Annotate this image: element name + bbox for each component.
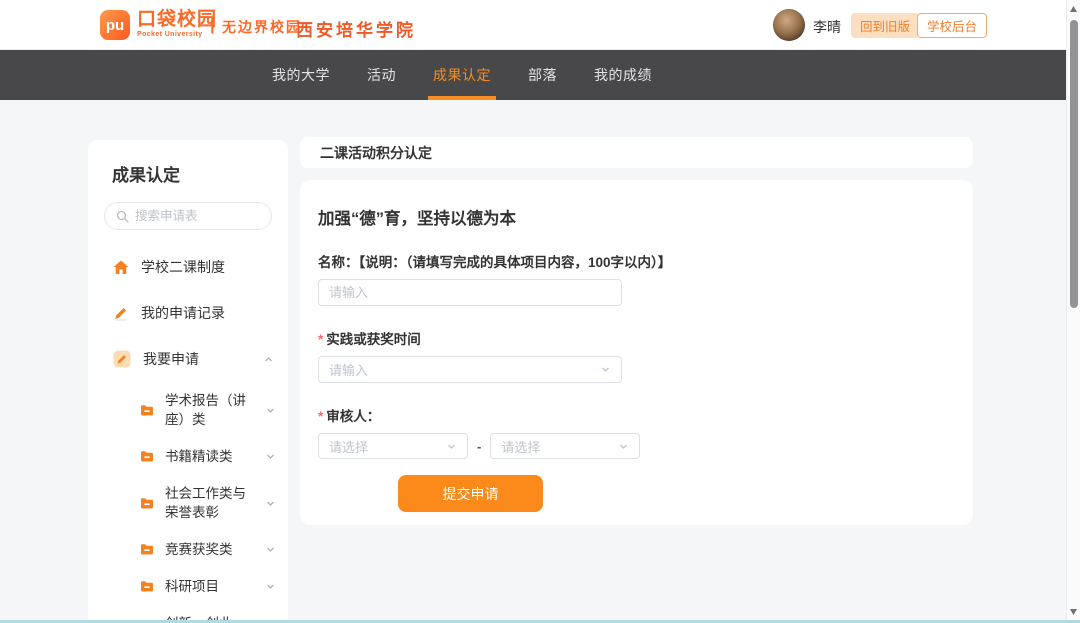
folder-icon bbox=[140, 580, 154, 593]
sidebar-item-label: 我的申请记录 bbox=[141, 303, 225, 323]
sidebar-item-apply[interactable]: 我要申请 bbox=[88, 336, 288, 382]
sidebar-item-my-applications[interactable]: 我的申请记录 bbox=[88, 290, 288, 336]
reviewer-field-label: *审核人： bbox=[318, 405, 955, 425]
time-select[interactable]: 请输入 bbox=[318, 356, 622, 383]
page-title-text: 二课活动积分认定 bbox=[320, 143, 432, 163]
top-header: pu 口袋校园 Pocket University | 无边界校园 西安培华学院… bbox=[0, 0, 1080, 50]
reviewer-start-select[interactable]: 请选择 bbox=[318, 433, 468, 459]
brand-name: 口袋校园 bbox=[137, 9, 217, 31]
tab-activities[interactable]: 活动 bbox=[365, 50, 398, 100]
tab-my-university[interactable]: 我的大学 bbox=[270, 50, 332, 100]
folder-icon bbox=[140, 497, 154, 510]
sidebar-subitem-research-projects[interactable]: 科研项目 bbox=[88, 568, 288, 605]
folder-icon bbox=[140, 543, 154, 556]
range-separator: - bbox=[477, 439, 481, 454]
folder-icon bbox=[140, 404, 154, 417]
tab-my-grades[interactable]: 我的成绩 bbox=[592, 50, 654, 100]
form-title: 加强“德”育，坚持以德为本 bbox=[318, 205, 955, 229]
home-icon bbox=[113, 260, 129, 275]
sidebar-subitem-label: 学术报告（讲座）类 bbox=[165, 391, 254, 429]
required-marker: * bbox=[318, 332, 323, 347]
sidebar-subitem-book-reading[interactable]: 书籍精读类 bbox=[88, 438, 288, 475]
sidebar-subitem-label: 竞赛获奖类 bbox=[165, 540, 254, 559]
vertical-scrollbar[interactable] bbox=[1066, 0, 1080, 623]
chevron-down-icon bbox=[265, 451, 276, 462]
back-to-old-version-button[interactable]: 回到旧版 bbox=[851, 13, 919, 38]
main-navbar: 我的大学 活动 成果认定 部落 我的成绩 bbox=[0, 50, 1080, 100]
chevron-down-icon bbox=[446, 441, 457, 452]
sidebar-subitem-label: 书籍精读类 bbox=[165, 447, 254, 466]
scrollbar-thumb[interactable] bbox=[1070, 20, 1078, 308]
brand-wordmark[interactable]: 口袋校园 Pocket University bbox=[137, 9, 217, 38]
brand-divider: | bbox=[210, 15, 215, 35]
app-window: pu 口袋校园 Pocket University | 无边界校园 西安培华学院… bbox=[0, 0, 1080, 623]
chevron-down-icon bbox=[600, 364, 611, 375]
application-form-card: 加强“德”育，坚持以德为本 名称：【说明：（请填写完成的具体项目内容，100字以… bbox=[300, 180, 973, 525]
chevron-down-icon bbox=[265, 544, 276, 555]
submit-application-button[interactable]: 提交申请 bbox=[398, 475, 543, 512]
sidebar-subitem-label: 科研项目 bbox=[165, 577, 254, 596]
chevron-down-icon bbox=[265, 581, 276, 592]
reviewer-end-select[interactable]: 请选择 bbox=[490, 433, 640, 459]
sidebar-subitem-label: 社会工作类与荣誉表彰 bbox=[165, 484, 254, 522]
sidebar-subitem-social-work-honors[interactable]: 社会工作类与荣誉表彰 bbox=[88, 475, 288, 531]
pencil-icon bbox=[113, 305, 129, 321]
brand-subtitle: Pocket University bbox=[137, 31, 217, 38]
sidebar-item-label: 我要申请 bbox=[143, 349, 199, 369]
time-field-label: *实践或获奖时间 bbox=[318, 328, 955, 348]
tab-achievement-recognition[interactable]: 成果认定 bbox=[431, 50, 493, 100]
search-icon bbox=[116, 210, 129, 223]
search-input[interactable] bbox=[135, 209, 260, 223]
page-title: 二课活动积分认定 bbox=[300, 137, 973, 168]
reviewer-selects-row: 请选择 - 请选择 bbox=[318, 433, 955, 459]
scroll-up-arrow-icon[interactable] bbox=[1067, 3, 1080, 15]
time-select-placeholder: 请输入 bbox=[329, 360, 368, 379]
sidebar: 成果认定 学校二课制度 我的申请记录 bbox=[88, 140, 288, 623]
school-admin-button[interactable]: 学校后台 bbox=[917, 13, 987, 38]
logo-badge-text: pu bbox=[106, 17, 124, 34]
sidebar-title: 成果认定 bbox=[112, 161, 288, 186]
user-avatar[interactable] bbox=[773, 9, 805, 41]
required-marker: * bbox=[318, 409, 323, 424]
user-name[interactable]: 李晴 bbox=[813, 17, 841, 37]
chevron-down-icon bbox=[265, 405, 276, 416]
chevron-down-icon bbox=[618, 441, 629, 452]
reviewer-end-placeholder: 请选择 bbox=[501, 437, 540, 456]
sidebar-search[interactable] bbox=[104, 202, 272, 230]
sidebar-menu: 学校二课制度 我的申请记录 我要申请 bbox=[88, 244, 288, 623]
scroll-down-arrow-icon[interactable] bbox=[1067, 606, 1080, 618]
nav-tabs: 我的大学 活动 成果认定 部落 我的成绩 bbox=[270, 50, 654, 100]
reviewer-start-placeholder: 请选择 bbox=[329, 437, 368, 456]
sidebar-subitem-academic-lectures[interactable]: 学术报告（讲座）类 bbox=[88, 382, 288, 438]
sidebar-item-school-system[interactable]: 学校二课制度 bbox=[88, 244, 288, 290]
apply-pencil-icon bbox=[113, 350, 131, 368]
tab-tribe[interactable]: 部落 bbox=[526, 50, 559, 100]
sidebar-subitem-competition-awards[interactable]: 竞赛获奖类 bbox=[88, 531, 288, 568]
sidebar-item-label: 学校二课制度 bbox=[141, 257, 225, 277]
name-input[interactable] bbox=[318, 279, 622, 306]
chevron-up-icon bbox=[263, 354, 274, 365]
pocket-university-logo[interactable]: pu bbox=[100, 10, 130, 40]
brand-tagline: 无边界校园 bbox=[222, 17, 302, 37]
folder-icon bbox=[140, 450, 154, 463]
chevron-down-icon bbox=[265, 498, 276, 509]
name-field-label: 名称：【说明：（请填写完成的具体项目内容，100字以内）】 bbox=[318, 251, 955, 271]
school-name: 西安培华学院 bbox=[296, 16, 416, 41]
